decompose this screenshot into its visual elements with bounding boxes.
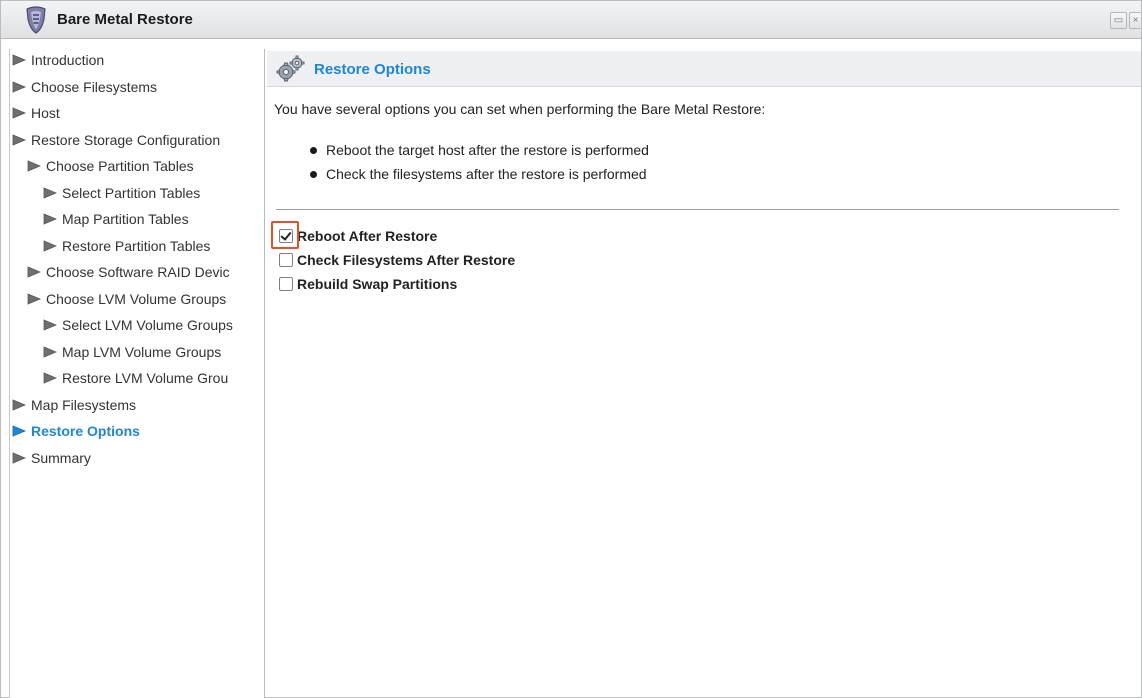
sidebar-item[interactable]: Restore Options xyxy=(12,419,140,443)
window-title: Bare Metal Restore xyxy=(57,11,193,28)
sidebar-item[interactable]: Choose Partition Tables xyxy=(27,154,194,178)
sidebar-item[interactable]: Host xyxy=(12,101,60,125)
sidebar-item-label: Restore LVM Volume Grou xyxy=(62,370,229,386)
sidebar-item[interactable]: Map Filesystems xyxy=(12,393,136,417)
sidebar-item-label: Map LVM Volume Groups xyxy=(62,344,222,360)
sidebar-item-label: Choose Filesystems xyxy=(31,79,158,95)
chevron-right-icon xyxy=(12,81,26,93)
list-item: Check the filesystems after the restore … xyxy=(306,166,649,190)
sidebar-item-label: Select LVM Volume Groups xyxy=(62,317,233,333)
restore-window-button[interactable]: ▭ xyxy=(1110,12,1127,29)
sidebar-item[interactable]: Choose Filesystems xyxy=(12,75,157,99)
shield-icon xyxy=(26,6,46,34)
checkbox-unchecked[interactable] xyxy=(279,253,293,267)
sidebar-item-label: Restore Storage Configuration xyxy=(31,132,221,148)
section-title: Restore Options xyxy=(314,61,431,78)
sidebar-item-label: Map Filesystems xyxy=(31,397,137,413)
chevron-right-icon xyxy=(12,399,26,411)
reboot-after-restore-checkbox[interactable]: Reboot After Restore xyxy=(279,225,437,247)
chevron-right-icon xyxy=(27,160,41,172)
chevron-right-icon xyxy=(43,346,57,358)
sidebar-item-label: Choose Partition Tables xyxy=(46,158,194,174)
sidebar-item-label: Restore Options xyxy=(31,423,140,439)
rebuild-swap-partitions-checkbox[interactable]: Rebuild Swap Partitions xyxy=(279,273,457,295)
sidebar-item[interactable]: Introduction xyxy=(12,49,104,72)
option-description-list: Reboot the target host after the restore… xyxy=(306,142,649,190)
chevron-right-icon xyxy=(43,213,57,225)
navigation-tree: Introduction Choose Filesystems Host Restor… xyxy=(9,49,265,698)
close-window-button[interactable]: × xyxy=(1129,12,1141,29)
chevron-right-icon xyxy=(43,187,57,199)
sidebar-item[interactable]: Map LVM Volume Groups xyxy=(43,340,221,364)
chevron-right-icon xyxy=(12,134,26,146)
chevron-right-icon xyxy=(27,266,41,278)
chevron-right-icon xyxy=(12,107,26,119)
sidebar-item[interactable]: Restore LVM Volume Grou xyxy=(43,366,228,390)
check-filesystems-checkbox[interactable]: Check Filesystems After Restore xyxy=(279,249,515,271)
sidebar-item[interactable]: Summary xyxy=(12,446,91,470)
sidebar-item[interactable]: Choose Software RAID Devic xyxy=(27,260,230,284)
chevron-right-icon xyxy=(43,240,57,252)
checkbox-unchecked[interactable] xyxy=(279,277,293,291)
sidebar-item-label: Summary xyxy=(31,450,91,466)
divider xyxy=(276,209,1119,210)
option-label: Check Filesystems After Restore xyxy=(297,252,516,268)
chevron-right-icon xyxy=(12,54,26,66)
sidebar-item[interactable]: Restore Storage Configuration xyxy=(12,128,220,152)
sidebar-item[interactable]: Map Partition Tables xyxy=(43,207,189,231)
restore-icon: ▭ xyxy=(1113,15,1124,26)
sidebar-item-label: Restore Partition Tables xyxy=(62,238,211,254)
sidebar-item-label: Choose Software RAID Devic xyxy=(46,264,230,280)
sidebar-item[interactable]: Restore Partition Tables xyxy=(43,234,210,258)
gear-icon xyxy=(276,55,305,82)
sidebar-item-label: Choose LVM Volume Groups xyxy=(46,291,227,307)
sidebar-item-label: Introduction xyxy=(31,52,105,68)
chevron-right-icon xyxy=(12,425,26,437)
sidebar-item-label: Select Partition Tables xyxy=(62,185,201,201)
close-icon: × xyxy=(1132,15,1139,26)
bare-metal-restore-window: Bare Metal Restore ▭ × Introduction Choos… xyxy=(0,0,1142,698)
sidebar-item[interactable]: Select LVM Volume Groups xyxy=(43,313,233,337)
chevron-right-icon xyxy=(12,452,26,464)
sidebar-item-label: Map Partition Tables xyxy=(62,211,189,227)
option-label: Rebuild Swap Partitions xyxy=(297,276,458,292)
title-bar: Bare Metal Restore ▭ × xyxy=(1,1,1141,39)
list-item: Reboot the target host after the restore… xyxy=(306,142,649,166)
chevron-right-icon xyxy=(43,319,57,331)
restore-options-panel: Restore Options You have several options… xyxy=(266,49,1142,698)
intro-text: You have several options you can set whe… xyxy=(274,101,766,117)
option-label: Reboot After Restore xyxy=(297,228,438,244)
section-header: Restore Options xyxy=(267,51,1141,87)
sidebar-item[interactable]: Select Partition Tables xyxy=(43,181,200,205)
sidebar-item-label: Host xyxy=(31,105,60,121)
sidebar-item[interactable]: Choose LVM Volume Groups xyxy=(27,287,226,311)
chevron-right-icon xyxy=(27,293,41,305)
checkbox-checked[interactable] xyxy=(279,229,293,243)
chevron-right-icon xyxy=(43,372,57,384)
